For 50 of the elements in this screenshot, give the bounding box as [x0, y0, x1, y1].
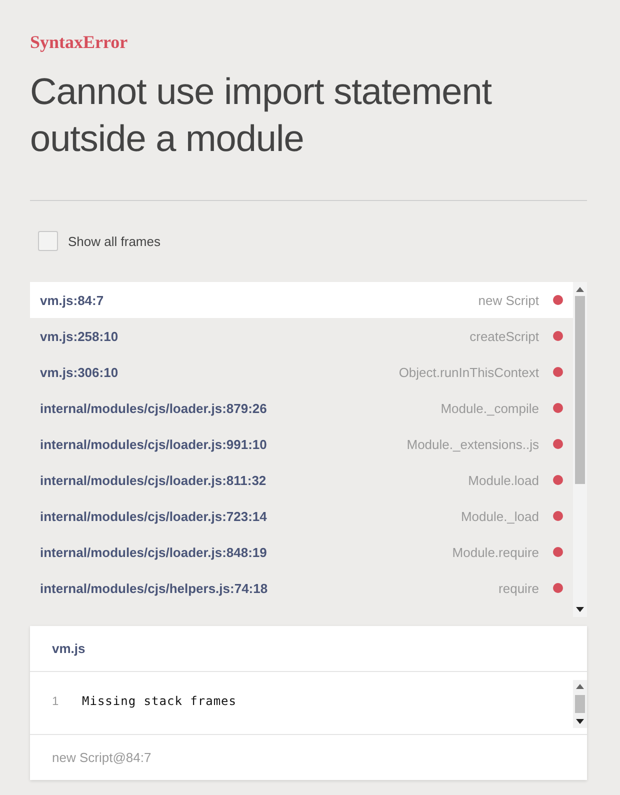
frame-file: internal/modules/cjs/helpers.js:74:18 [40, 580, 268, 596]
frame-function: new Script [478, 292, 539, 308]
status-dot [553, 331, 563, 341]
status-dot [553, 547, 563, 557]
error-type: SyntaxError [30, 31, 129, 54]
stack-frame-row[interactable]: internal/modules/cjs/helpers.js:74:18 require [30, 570, 573, 606]
frame-function: Module._compile [440, 400, 539, 416]
line-number: 1 [51, 694, 60, 708]
frame-location: new Script@84:7 [52, 750, 152, 765]
frame-file: internal/modules/cjs/loader.js:879:26 [40, 400, 267, 416]
status-dot [553, 511, 563, 521]
status-dot [553, 475, 563, 485]
stack-frame-row[interactable]: internal/modules/cjs/loader.js:848:19 Module.require [30, 534, 573, 570]
checkbox[interactable] [38, 231, 58, 251]
frame-file: internal/modules/cjs/loader.js:811:32 [40, 472, 266, 488]
status-dot [553, 439, 563, 449]
frame-file: vm.js:306:10 [40, 364, 118, 380]
frame-file: internal/modules/cjs/loader.js:848:19 [40, 544, 267, 560]
code-line: Missing stack frames [82, 694, 236, 708]
scroll-down-icon[interactable] [576, 719, 584, 725]
scrollbar[interactable] [573, 680, 587, 728]
scroll-up-icon[interactable] [576, 286, 584, 292]
frame-function: Module.require [452, 544, 539, 560]
stack-frame-row[interactable]: vm.js:306:10 Object.runInThisContext [30, 354, 573, 390]
frame-function: Object.runInThisContext [398, 364, 539, 380]
status-dot [553, 583, 563, 593]
stack-frame-row[interactable]: internal/modules/cjs/loader.js:879:26 Module._compile [30, 390, 573, 426]
scroll-down-icon[interactable] [576, 607, 584, 613]
frame-file: internal/modules/cjs/loader.js:723:14 [40, 508, 267, 524]
scroll-up-icon[interactable] [576, 683, 584, 689]
frame-file: vm.js:84:7 [40, 292, 104, 308]
frame-file: internal/modules/cjs/loader.js:991:10 [40, 436, 267, 452]
frame-function: Module._load [460, 508, 539, 524]
scrollbar[interactable] [573, 282, 587, 617]
checkbox-label[interactable]: Show all frames [68, 234, 160, 248]
frame-function: require [498, 580, 539, 596]
stack-frame-row[interactable]: vm.js:84:7 new Script [30, 282, 573, 318]
status-dot [553, 403, 563, 413]
stack-frame-row[interactable]: vm.js:258:10 createScript [30, 318, 573, 354]
status-dot [553, 295, 563, 305]
frame-function: Module._extensions..js [406, 436, 539, 452]
code-file-name: vm.js [52, 641, 86, 656]
status-dot [553, 367, 563, 377]
frame-file: vm.js:258:10 [40, 328, 118, 344]
frame-function: createScript [470, 328, 539, 344]
error-message: Cannot use import statement outside a module [30, 70, 493, 161]
stack-frame-row[interactable]: internal/modules/cjs/loader.js:991:10 Module._extensions..js [30, 426, 573, 462]
stack-frame-row[interactable]: internal/modules/cjs/loader.js:723:14 Module._load [30, 498, 573, 534]
stack-frame-row[interactable]: internal/modules/cjs/loader.js:811:32 Module.load [30, 462, 573, 498]
frame-function: Module.load [468, 472, 539, 488]
